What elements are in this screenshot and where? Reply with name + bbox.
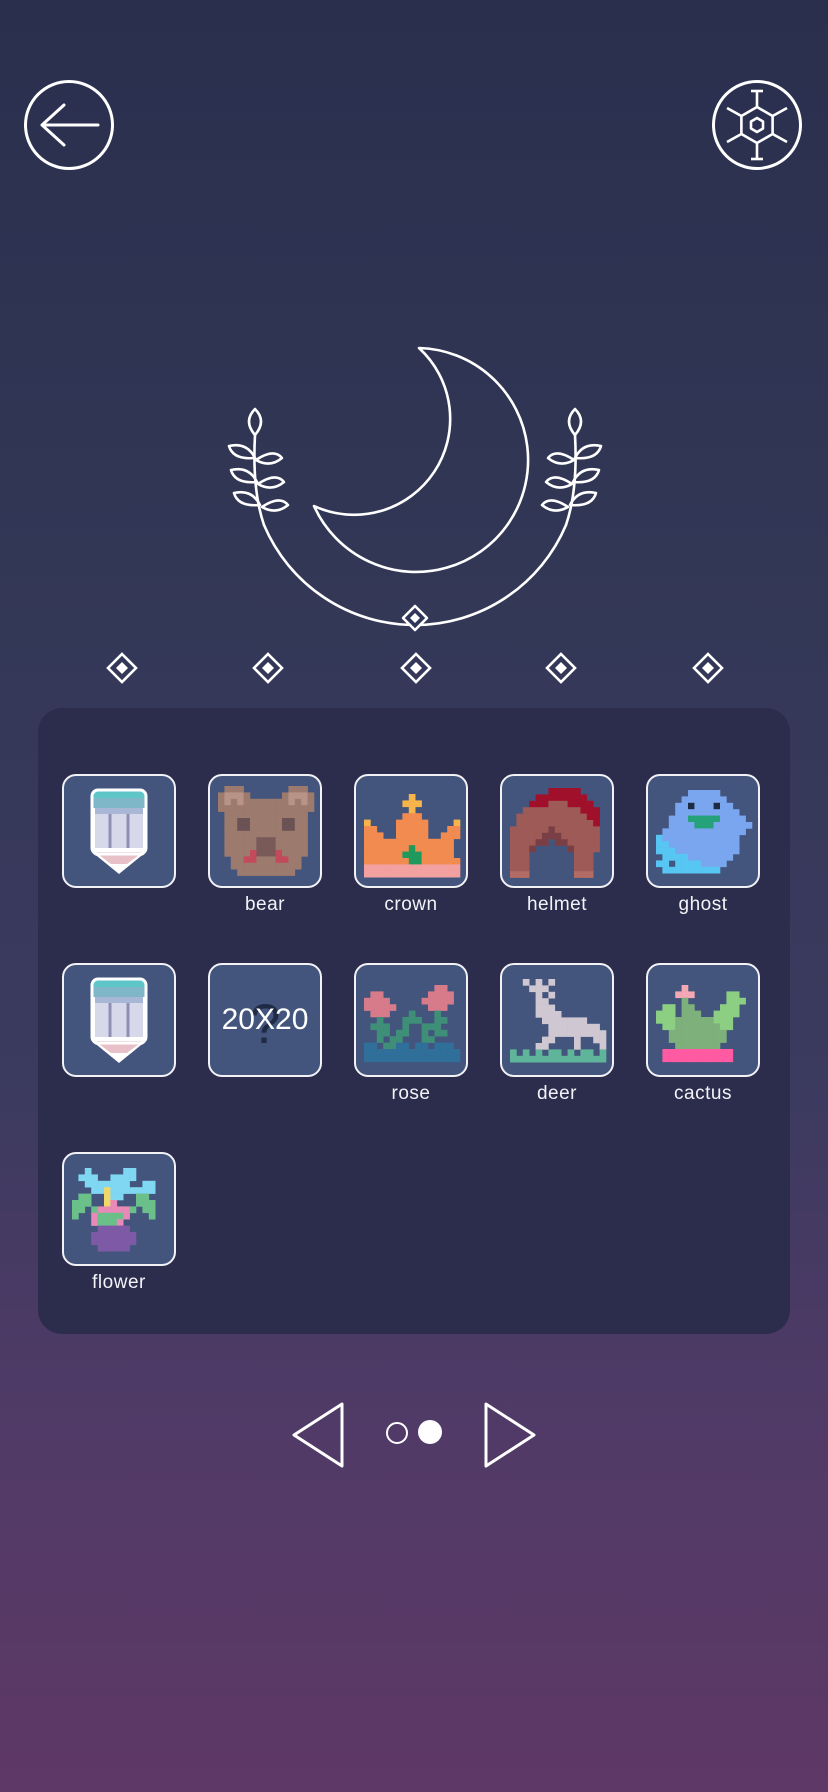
puzzle-grid-panel: bear crown helmet ghost ? 20X20 rose deer cact… (38, 708, 790, 1334)
bear-pixel-art (218, 786, 315, 876)
tile-label: crown (384, 894, 438, 915)
cactus-pixel-art (656, 985, 746, 1063)
level-marker-diamond-icon (692, 652, 724, 684)
tile-label: ghost (678, 894, 728, 915)
crown-pixel-art (364, 794, 461, 878)
back-button[interactable] (24, 80, 114, 170)
next-page-button[interactable] (482, 1400, 538, 1470)
deer-pixel-art (510, 979, 607, 1063)
create-puzzle-tile[interactable] (62, 774, 176, 888)
tile-label: bear (244, 894, 286, 915)
hexagon-gear-icon (726, 89, 788, 161)
triangle-right-icon (484, 1402, 536, 1468)
pencil-create-icon (90, 977, 148, 1063)
ghost-pixel-art (656, 790, 753, 874)
level-marker-diamond-icon (545, 652, 577, 684)
puzzle-tile-rose[interactable] (354, 963, 468, 1077)
puzzle-tile-ghost[interactable] (646, 774, 760, 888)
rose-pixel-art (364, 985, 461, 1063)
puzzle-tile-flower[interactable] (62, 1152, 176, 1266)
puzzle-tile-crown[interactable] (354, 774, 468, 888)
page-indicator-1 (386, 1422, 408, 1444)
level-marker-diamond-icon (106, 652, 138, 684)
puzzle-tile-deer[interactable] (500, 963, 614, 1077)
unknown-puzzle-tile[interactable]: ? 20X20 (208, 963, 322, 1077)
arrow-left-icon (40, 103, 100, 147)
tile-label: deer (536, 1083, 578, 1104)
tile-label: cactus (674, 1083, 732, 1104)
puzzle-tile-bear[interactable] (208, 774, 322, 888)
pencil-create-icon (90, 788, 148, 874)
page-indicator-2-active (418, 1420, 442, 1444)
puzzle-tile-helmet[interactable] (500, 774, 614, 888)
level-marker-diamond-icon (400, 652, 432, 684)
tile-label: flower (92, 1272, 146, 1293)
tile-label: helmet (526, 894, 588, 915)
create-puzzle-tile[interactable] (62, 963, 176, 1077)
prev-page-button[interactable] (290, 1400, 346, 1470)
crescent-moon-laurel-icon (227, 346, 603, 632)
flower-pixel-art (72, 1168, 156, 1252)
puzzle-tile-cactus[interactable] (646, 963, 760, 1077)
level-marker-diamond-icon (252, 652, 284, 684)
triangle-left-icon (292, 1402, 344, 1468)
tile-label: rose (391, 1083, 431, 1104)
settings-button[interactable] (712, 80, 802, 170)
grid-size-label: 20X20 (221, 1003, 309, 1036)
helmet-pixel-art (510, 788, 600, 878)
